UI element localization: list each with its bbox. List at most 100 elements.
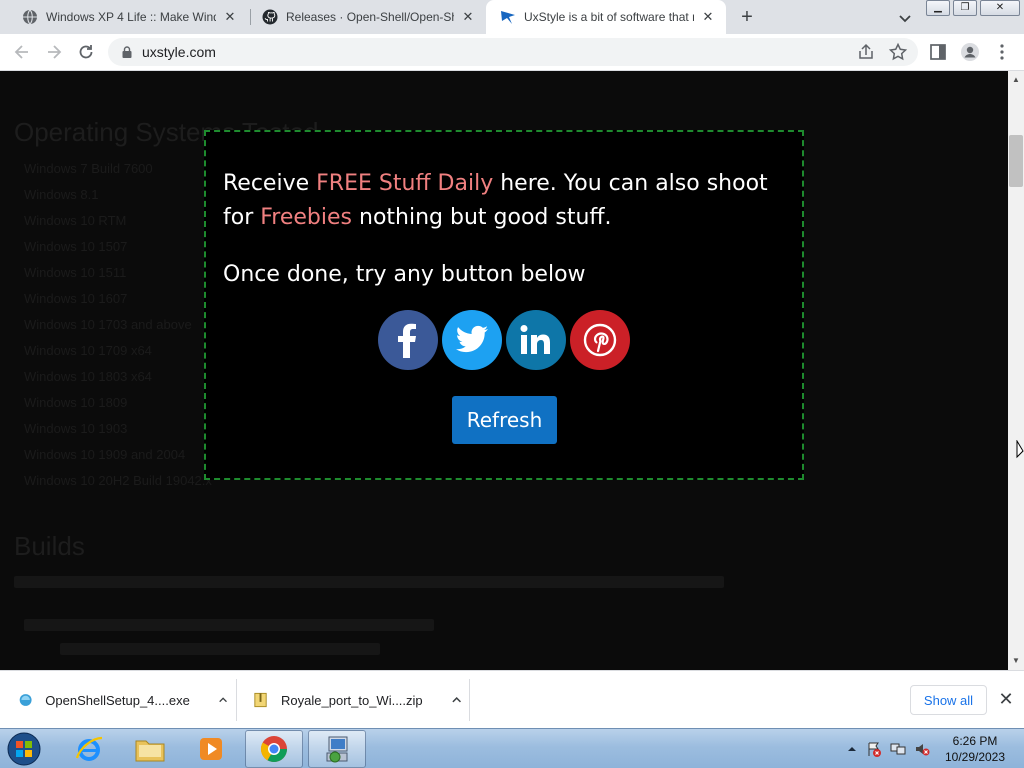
volume-muted-icon[interactable]	[914, 741, 930, 757]
show-all-downloads-button[interactable]: Show all	[910, 685, 987, 715]
dim-list-item: Windows 10 1607	[24, 291, 128, 306]
tab-close-icon[interactable]: ✕	[700, 9, 716, 25]
address-bar[interactable]: uxstyle.com	[108, 38, 918, 66]
close-window-button[interactable]: ✕	[980, 0, 1020, 16]
tab-close-icon[interactable]: ✕	[222, 9, 238, 25]
page-scrollbar[interactable]: ▲ ▼	[1008, 71, 1024, 670]
dim-list-item: Windows 10 RTM	[24, 213, 127, 228]
installer-icon	[19, 694, 32, 706]
twitter-icon	[455, 325, 488, 353]
close-icon[interactable]: ✕	[996, 689, 1016, 709]
freebies-link[interactable]: Freebies	[260, 205, 352, 230]
download-separator	[469, 679, 470, 721]
network-icon[interactable]	[890, 741, 906, 757]
download-filename: OpenShellSetup_4....exe	[45, 692, 190, 708]
setup-computer-icon	[326, 736, 348, 763]
tab-strip: Windows XP 4 Life :: Make Windo ✕ Releas…	[0, 0, 1024, 34]
refresh-button[interactable]: Refresh	[452, 396, 557, 444]
tab-open-shell-releases[interactable]: Releases · Open-Shell/Open-Shel ✕	[248, 0, 486, 34]
scroll-thumb[interactable]	[1009, 135, 1023, 187]
dim-list-item: Windows 10 20H2 Build 19042.x	[24, 473, 212, 488]
taskbar-chrome[interactable]	[245, 730, 303, 768]
chevron-up-icon[interactable]	[451, 694, 462, 706]
tab-uxstyle[interactable]: UxStyle is a bit of software that n ✕	[486, 0, 726, 34]
show-hidden-icons-icon[interactable]	[844, 741, 860, 757]
github-icon	[262, 9, 278, 25]
dim-list-item: Windows 10 1703 and above	[24, 317, 192, 332]
chevron-up-icon[interactable]	[218, 694, 228, 706]
dim-paragraph	[24, 619, 434, 631]
pinterest-icon	[583, 323, 617, 357]
download-filename: Royale_port_to_Wi....zip	[281, 692, 423, 708]
internet-explorer-icon	[75, 736, 103, 761]
freebies-modal: Receive FREE Stuff Daily here. You can a…	[204, 130, 804, 480]
download-shelf: OpenShellSetup_4....exe Royale_port_to_W…	[0, 670, 1024, 728]
free-stuff-link[interactable]: FREE Stuff Daily	[316, 171, 493, 196]
media-player-icon	[200, 738, 222, 760]
tab-title: Releases · Open-Shell/Open-Shel	[286, 10, 454, 24]
dim-list-item: Windows 10 1803 x64	[24, 369, 152, 384]
tab-title: Windows XP 4 Life :: Make Windo	[46, 10, 216, 24]
lock-icon[interactable]	[120, 45, 134, 59]
download-separator	[236, 679, 237, 721]
share-icon[interactable]	[856, 42, 876, 62]
window-controls: ▁ ❐ ✕	[926, 0, 1023, 17]
dim-list-item: Windows 10 1507	[24, 239, 128, 254]
uxstyle-icon	[501, 11, 515, 24]
pinterest-button[interactable]	[570, 310, 630, 370]
modal-promo-text: Receive FREE Stuff Daily here. You can a…	[223, 171, 768, 230]
tab-windows-xp-4-life[interactable]: Windows XP 4 Life :: Make Windo ✕	[8, 0, 248, 34]
dim-list-item: Windows 10 1909 and 2004	[24, 447, 186, 462]
taskbar-setup-program[interactable]	[308, 730, 366, 768]
start-button[interactable]	[0, 730, 48, 768]
new-tab-button[interactable]: +	[737, 7, 757, 27]
linkedin-icon	[520, 325, 550, 354]
twitter-button[interactable]	[442, 310, 502, 370]
action-center-flag-icon[interactable]	[866, 741, 882, 757]
zip-file-icon	[254, 692, 267, 708]
dim-paragraph	[14, 576, 724, 588]
mouse-cursor-icon	[1016, 440, 1024, 459]
back-icon[interactable]	[12, 42, 32, 62]
bookmark-star-icon[interactable]	[888, 42, 908, 62]
dim-list-item: Windows 10 1809	[24, 395, 128, 410]
reload-icon[interactable]	[76, 42, 96, 62]
dim-heading: Builds	[14, 531, 85, 561]
windows-taskbar: 6:26 PM 10/29/2023	[0, 728, 1024, 768]
dim-list-item: Windows 10 1709 x64	[24, 343, 152, 358]
forward-icon[interactable]	[44, 42, 64, 62]
scroll-up-arrow-icon[interactable]: ▲	[1008, 73, 1024, 87]
browser-toolbar: uxstyle.com	[0, 34, 1024, 71]
profile-avatar-icon[interactable]	[960, 42, 980, 62]
taskbar-file-explorer[interactable]	[121, 730, 179, 768]
facebook-icon	[398, 323, 416, 358]
page-content: Operating Systems Tested Windows 7 Build…	[0, 71, 1008, 670]
tab-title: UxStyle is a bit of software that n	[524, 10, 694, 24]
download-item[interactable]: OpenShellSetup_4....exe	[18, 677, 228, 723]
folder-icon	[135, 740, 165, 762]
taskbar-media-player[interactable]	[182, 730, 240, 768]
minimize-button[interactable]: ▁	[926, 0, 950, 16]
menu-kebab-icon[interactable]	[992, 42, 1012, 62]
dim-list-item: Windows 8.1	[24, 187, 99, 202]
restore-button[interactable]: ❐	[953, 0, 977, 16]
url-text: uxstyle.com	[142, 44, 216, 60]
clock-date: 10/29/2023	[944, 750, 1006, 764]
facebook-button[interactable]	[378, 310, 438, 370]
chevron-down-icon[interactable]	[896, 9, 914, 27]
tab-close-icon[interactable]: ✕	[460, 9, 476, 25]
modal-instruction-text: Once done, try any button below	[223, 262, 586, 287]
download-item[interactable]: Royale_port_to_Wi....zip	[252, 677, 462, 723]
system-clock[interactable]: 6:26 PM 10/29/2023	[940, 733, 1010, 765]
linkedin-button[interactable]	[506, 310, 566, 370]
dim-list-item: Windows 7 Build 7600	[24, 161, 153, 176]
chrome-icon	[260, 736, 288, 763]
side-panel-icon[interactable]	[928, 42, 948, 62]
clock-time: 6:26 PM	[952, 734, 998, 748]
scroll-down-arrow-icon[interactable]: ▼	[1008, 654, 1024, 668]
globe-icon	[23, 9, 37, 25]
windows-start-orb-icon	[7, 732, 41, 766]
taskbar-internet-explorer[interactable]	[60, 730, 118, 768]
dim-paragraph	[60, 643, 380, 655]
dim-list-item: Windows 10 1903	[24, 421, 128, 436]
